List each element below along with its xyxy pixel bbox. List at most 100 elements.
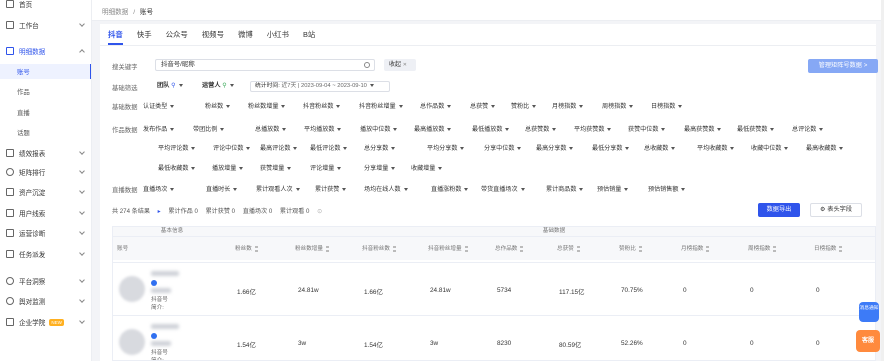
base-metric-select[interactable]: 粉丝数 xyxy=(205,101,231,110)
tab-kuaishou[interactable]: 快手 xyxy=(137,27,152,45)
table-row[interactable]: 抖音号 简介: 1.54亿 3w 1.54亿 3w 8230 80.59亿 52.26% 0 0 0 xyxy=(113,315,875,360)
live-metric-select[interactable]: 累计商品数 xyxy=(546,184,584,193)
work-metric-select[interactable]: 平均评论数 xyxy=(158,143,196,152)
work-metric-select[interactable]: 总评论数 xyxy=(792,124,824,133)
base-metric-select[interactable]: 粉丝数增量 xyxy=(248,101,286,110)
sidebar-item-home[interactable]: 首页 xyxy=(0,0,91,12)
sidebar-sub-works[interactable]: 作品 xyxy=(0,84,91,99)
base-metric-select[interactable]: 日榜指数 xyxy=(651,101,683,110)
sort-icon[interactable] xyxy=(773,245,777,252)
search-icon[interactable] xyxy=(364,62,370,68)
tab-bilibili[interactable]: B站 xyxy=(303,27,315,45)
service-float-button[interactable]: 客服 xyxy=(856,330,880,352)
sort-icon[interactable] xyxy=(254,245,258,252)
work-metric-select[interactable]: 总分享数 xyxy=(364,143,396,152)
work-metric-select[interactable]: 带团比例 xyxy=(193,124,225,133)
tab-official-account[interactable]: 公众号 xyxy=(166,27,188,45)
work-metric-select[interactable]: 分享中位数 xyxy=(484,143,522,152)
work-metric-select[interactable]: 最高获赞数 xyxy=(684,124,722,133)
work-metric-select[interactable]: 最高收藏数 xyxy=(806,143,844,152)
live-metric-select[interactable]: 直播场次 xyxy=(143,184,175,193)
base-metric-select[interactable]: 认证类型 xyxy=(143,101,175,110)
sort-icon[interactable] xyxy=(325,245,329,252)
base-metric-select[interactable]: 抖音粉丝数 xyxy=(303,101,341,110)
work-metric-select[interactable]: 平均获赞数 xyxy=(574,124,612,133)
work-metric-select[interactable]: 总获赞数 xyxy=(525,124,557,133)
live-metric-select[interactable]: 累计观看人次 xyxy=(256,184,300,193)
column-header[interactable]: 月榜指数 xyxy=(677,236,744,260)
work-metric-select[interactable]: 总播放数 xyxy=(255,124,287,133)
sort-icon[interactable] xyxy=(392,245,396,252)
sidebar-item-assets[interactable]: 资产沉淀 xyxy=(0,184,91,200)
work-metric-select[interactable]: 平均分享数 xyxy=(427,143,465,152)
work-metric-select[interactable]: 最高分享数 xyxy=(536,143,574,152)
live-metric-select[interactable]: 带货直播场次 xyxy=(481,184,525,193)
sort-icon[interactable] xyxy=(706,245,710,252)
work-metric-select[interactable]: 总收藏数 xyxy=(644,143,676,152)
export-button[interactable]: 数据导出 xyxy=(758,203,800,217)
base-metric-select[interactable]: 周榜指数 xyxy=(602,101,634,110)
work-metric-select[interactable]: 分享增量 xyxy=(364,163,396,172)
column-header[interactable]: 抖音粉丝增量 xyxy=(424,236,491,260)
column-header[interactable]: 赞粉比 xyxy=(615,236,677,260)
work-metric-select[interactable]: 平均收藏数 xyxy=(697,143,735,152)
work-metric-select[interactable]: 最高播放数 xyxy=(414,124,452,133)
work-metric-select[interactable]: 获赞增量 xyxy=(260,163,292,172)
tab-xiaohongshu[interactable]: 小红书 xyxy=(267,27,289,45)
collapse-button[interactable]: 收起 ✕ xyxy=(384,59,416,71)
work-metric-select[interactable]: 最低收藏数 xyxy=(158,163,196,172)
manage-matrix-button[interactable]: 管理矩阵号数据 > xyxy=(808,59,878,73)
work-metric-select[interactable]: 最低评论数 xyxy=(310,143,348,152)
sidebar-item-task[interactable]: 任务派发 xyxy=(0,246,91,262)
work-metric-select[interactable]: 最低播放数 xyxy=(472,124,510,133)
column-header[interactable]: 周榜指数 xyxy=(744,236,810,260)
sidebar-item-academy[interactable]: 企业学院 NEW xyxy=(0,314,91,330)
tab-douyin[interactable]: 抖音 xyxy=(108,27,123,45)
help-icon[interactable]: ⊙ xyxy=(317,208,322,215)
stat-time-range[interactable]: 统计时间: 近7天 | 2023-09-04 ~ 2023-09-10 xyxy=(250,81,390,92)
sidebar-item-insight[interactable]: 平台洞察 xyxy=(0,273,91,289)
work-metric-select[interactable]: 最低分享数 xyxy=(592,143,630,152)
work-metric-select[interactable]: 播放中位数 xyxy=(360,124,398,133)
live-metric-select[interactable]: 直播时长 xyxy=(206,184,238,193)
base-metric-select[interactable]: 赞粉比 xyxy=(511,101,537,110)
live-metric-select[interactable]: 预估销量 xyxy=(597,184,629,193)
base-metric-select[interactable]: 总作品数 xyxy=(420,101,452,110)
sidebar-item-monitor[interactable]: 舆对监测 xyxy=(0,293,91,309)
sort-icon[interactable] xyxy=(638,245,642,252)
work-metric-select[interactable]: 收藏增量 xyxy=(411,163,443,172)
search-input[interactable]: 抖音号/昵称 xyxy=(155,59,375,71)
base-metric-select[interactable]: 月榜指数 xyxy=(552,101,584,110)
column-header[interactable]: 抖音粉丝数 xyxy=(358,236,424,260)
sidebar-item-leads[interactable]: 用户线索 xyxy=(0,205,91,221)
table-row[interactable]: 抖音号 简介: 1.66亿 24.81w 1.66亿 24.81w 5734 117.15亿 7… xyxy=(113,262,875,315)
column-header[interactable]: 日榜指数 xyxy=(810,236,875,260)
sidebar-item-ranking[interactable]: 矩阵排行 xyxy=(0,164,91,180)
sidebar-item-detail-data[interactable]: 明细数据 xyxy=(0,43,91,59)
sort-icon[interactable] xyxy=(839,245,843,252)
base-metric-select[interactable]: 抖音粉丝增量 xyxy=(359,101,403,110)
sort-icon[interactable] xyxy=(576,245,580,252)
sort-icon[interactable] xyxy=(520,245,524,252)
work-metric-select[interactable]: 评论增量 xyxy=(310,163,342,172)
work-metric-select[interactable]: 评论中位数 xyxy=(213,143,251,152)
work-metric-select[interactable]: 最低获赞数 xyxy=(737,124,775,133)
operator-select[interactable]: 运营人 ⚲ xyxy=(202,80,234,92)
work-metric-select[interactable]: 平均播放数 xyxy=(304,124,342,133)
column-header[interactable]: 总获赞 xyxy=(553,236,615,260)
tab-weibo[interactable]: 微博 xyxy=(238,27,253,45)
work-metric-select[interactable]: 发布作品 xyxy=(143,124,175,133)
tab-channels[interactable]: 视频号 xyxy=(202,27,224,45)
work-metric-select[interactable]: 播放增量 xyxy=(212,163,244,172)
sidebar-item-workbench[interactable]: 工作台 xyxy=(0,17,91,33)
work-metric-select[interactable]: 获赞中位数 xyxy=(628,124,666,133)
sidebar-item-report[interactable]: 绩效报表 xyxy=(0,145,91,161)
sidebar-sub-account[interactable]: 账号 xyxy=(0,64,91,79)
column-header[interactable]: 粉丝数增量 xyxy=(291,236,358,260)
sidebar-sub-topic[interactable]: 话题 xyxy=(0,125,91,140)
sidebar-item-diagnosis[interactable]: 运营诊断 xyxy=(0,225,91,241)
team-select[interactable]: 团队 ⚲ xyxy=(157,80,183,92)
work-metric-select[interactable]: 收藏中位数 xyxy=(751,143,789,152)
breadcrumb-parent[interactable]: 明细数据 xyxy=(102,9,128,16)
column-fields-button[interactable]: ⚙ 表头字段 xyxy=(810,203,862,217)
